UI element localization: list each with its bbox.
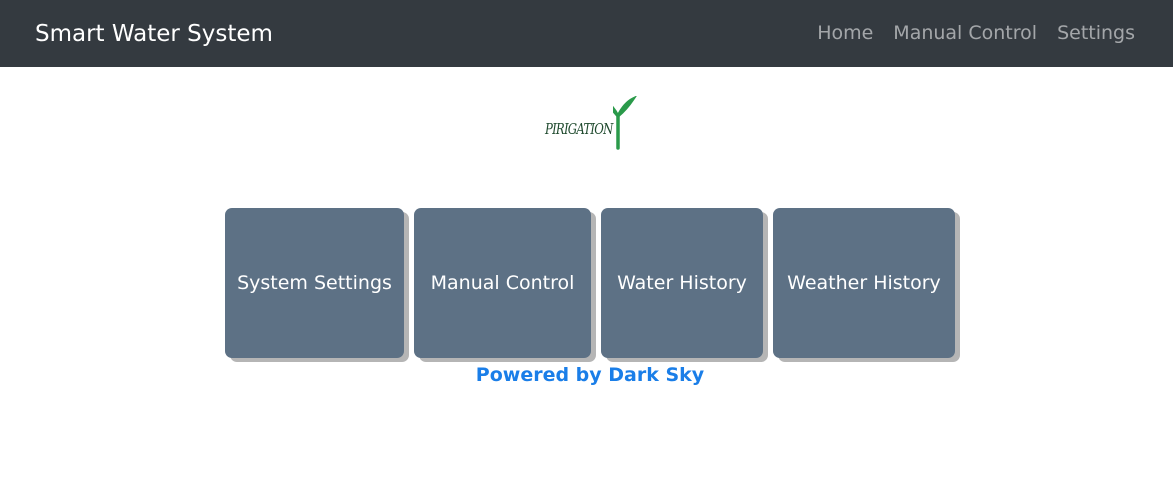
- pirigation-logo: PIRIGATION: [543, 96, 639, 150]
- weather-history-tile[interactable]: Weather History: [773, 208, 955, 358]
- sprout-icon: [613, 96, 637, 150]
- water-history-tile[interactable]: Water History: [601, 208, 763, 358]
- nav-link-home[interactable]: Home: [817, 20, 873, 46]
- navbar-brand[interactable]: Smart Water System: [35, 18, 273, 50]
- navbar: Smart Water System Home Manual Control S…: [0, 0, 1173, 67]
- nav-links: Home Manual Control Settings: [817, 20, 1135, 46]
- powered-by-dark-sky-link[interactable]: Powered by Dark Sky: [0, 364, 1173, 386]
- logo-text: PIRIGATION: [545, 120, 613, 138]
- nav-link-manual-control[interactable]: Manual Control: [893, 20, 1037, 46]
- system-settings-tile[interactable]: System Settings: [225, 208, 404, 358]
- manual-control-tile[interactable]: Manual Control: [414, 208, 591, 358]
- nav-link-settings[interactable]: Settings: [1057, 20, 1135, 46]
